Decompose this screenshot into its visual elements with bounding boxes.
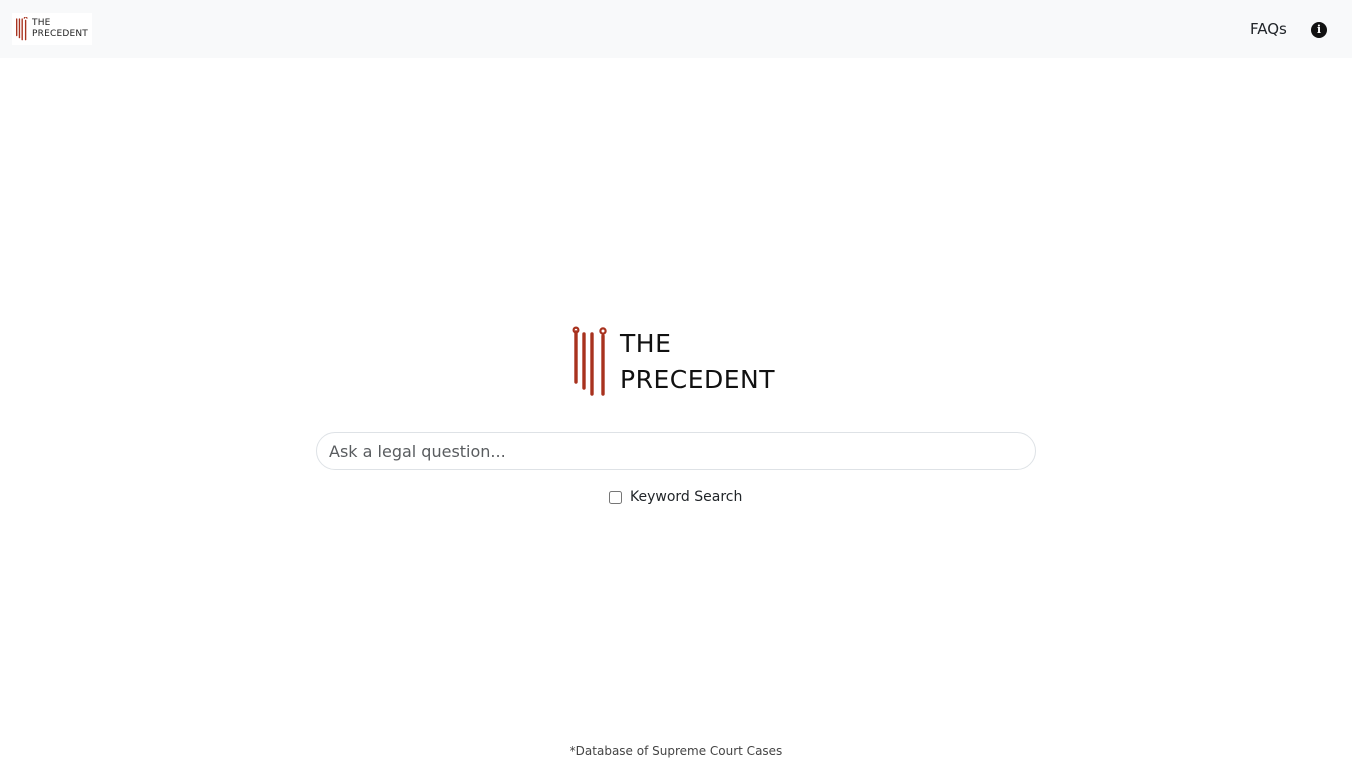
- keyword-search-label[interactable]: Keyword Search: [630, 489, 742, 505]
- navbar-logo-wordmark: THE PRECEDENT: [32, 18, 88, 40]
- faqs-link[interactable]: FAQs: [1250, 19, 1287, 39]
- hero-logo-wordmark: THE PRECEDENT: [620, 326, 775, 398]
- info-icon[interactable]: i: [1311, 22, 1327, 38]
- hero-logo-line2: PRECEDENT: [620, 365, 776, 394]
- hero-logo-line1: THE: [620, 329, 672, 358]
- keyword-search-option: Keyword Search: [609, 487, 742, 507]
- keyword-search-checkbox[interactable]: [609, 490, 622, 504]
- navbar-logo-line2: PRECEDENT: [32, 29, 88, 39]
- top-navbar: THE PRECEDENT FAQs i: [0, 0, 1352, 58]
- footer-note: *Database of Supreme Court Cases: [569, 744, 783, 758]
- hero-logo: THE PRECEDENT: [572, 326, 782, 396]
- navbar-logo[interactable]: THE PRECEDENT: [12, 13, 92, 45]
- legal-question-search-input[interactable]: [316, 432, 1036, 470]
- navbar-logo-line1: THE: [32, 18, 51, 28]
- pillar-logo-icon: [16, 17, 28, 41]
- pillar-logo-icon: [572, 326, 607, 396]
